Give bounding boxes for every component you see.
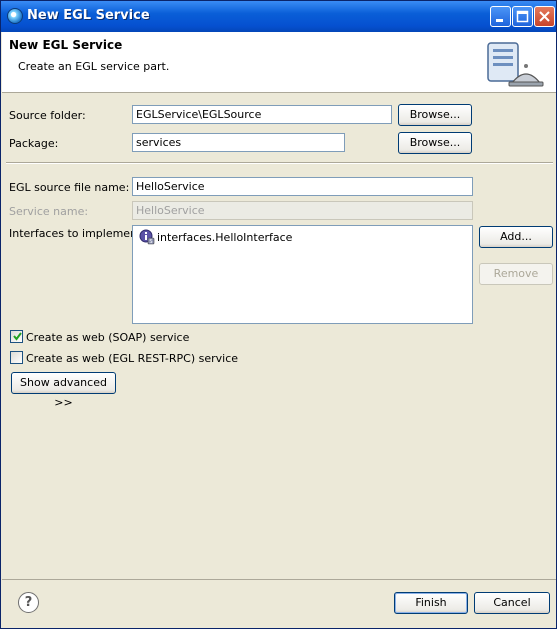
service-name-input: HelloService (132, 201, 473, 220)
wizard-header: New EGL Service Create an EGL service pa… (2, 32, 556, 93)
service-name-label: Service name: (9, 205, 89, 218)
app-icon (7, 8, 23, 24)
soap-service-label[interactable]: Create as web (SOAP) service (26, 331, 189, 344)
cancel-button[interactable]: Cancel (474, 592, 550, 614)
finish-button[interactable]: Finish (394, 592, 468, 614)
header-title: New EGL Service (9, 38, 123, 52)
interfaces-list[interactable]: S interfaces.HelloInterface (132, 225, 473, 324)
service-wizard-icon (487, 42, 544, 87)
help-icon[interactable]: ? (18, 592, 39, 613)
window-title: New EGL Service (27, 8, 150, 23)
rest-service-label[interactable]: Create as web (EGL REST-RPC) service (26, 352, 238, 365)
soap-service-checkbox[interactable] (10, 330, 23, 343)
source-folder-input[interactable]: EGLService\EGLSource (132, 105, 392, 124)
maximize-button[interactable] (512, 6, 533, 27)
source-file-name-label: EGL source file name: (9, 181, 130, 194)
source-folder-label: Source folder: (9, 109, 86, 122)
package-label: Package: (9, 137, 59, 150)
remove-interface-button[interactable]: Remove (479, 263, 553, 285)
source-file-name-input[interactable]: HelloService (132, 177, 473, 196)
wizard-window: New EGL Service New EGL Service Create a… (0, 0, 557, 629)
svg-text:S: S (149, 239, 152, 245)
interface-name: interfaces.HelloInterface (157, 231, 293, 244)
interface-icon: S (139, 229, 155, 245)
title-bar[interactable]: New EGL Service (1, 1, 556, 32)
rest-service-checkbox[interactable] (10, 351, 23, 364)
add-interface-button[interactable]: Add... (479, 226, 553, 248)
close-button[interactable] (534, 6, 555, 27)
package-input[interactable]: services (132, 133, 345, 152)
source-folder-browse-button[interactable]: Browse... (398, 104, 472, 126)
minimize-button[interactable] (490, 6, 511, 27)
header-description: Create an EGL service part. (18, 60, 170, 73)
checkmark-icon (13, 332, 22, 341)
package-browse-button[interactable]: Browse... (398, 132, 472, 154)
show-advanced-button[interactable]: Show advanced >> (11, 372, 116, 409)
section-divider (6, 162, 553, 164)
footer-divider (2, 579, 556, 580)
interfaces-label: Interfaces to implement: (9, 227, 146, 240)
